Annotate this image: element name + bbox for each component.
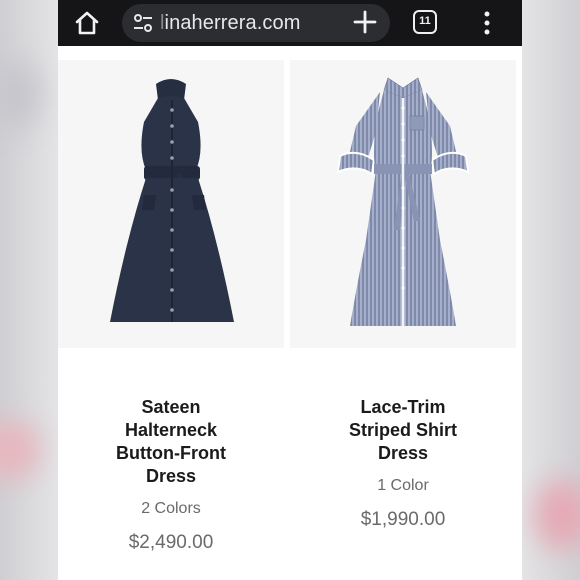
url-domain: inaherrera.com <box>164 12 301 34</box>
product-name[interactable]: Sateen Halterneck Button-Front Dress <box>103 396 239 488</box>
home-icon[interactable] <box>72 8 102 38</box>
navy-halter-dress-image <box>110 79 234 322</box>
product-color-count: 2 Colors <box>141 500 201 517</box>
backdrop-blob <box>0 60 40 130</box>
menu-icon[interactable] <box>482 10 492 36</box>
product-image[interactable] <box>290 60 516 348</box>
tab-switcher-icon[interactable]: 11 <box>413 10 437 34</box>
product-price: $1,990.00 <box>360 509 446 530</box>
url-text[interactable]: linaherrera.com <box>160 12 300 35</box>
product-image[interactable] <box>58 60 284 348</box>
site-settings-icon[interactable] <box>132 13 154 33</box>
striped-shirt-dress-image <box>336 77 470 326</box>
product-card[interactable]: Sateen Halterneck Button-Front Dress 2 C… <box>58 60 284 554</box>
backdrop-blob <box>0 420 40 480</box>
product-name[interactable]: Lace-Trim Striped Shirt Dress <box>335 396 471 465</box>
backdrop-blob <box>535 480 580 550</box>
product-price: $2,490.00 <box>128 532 214 553</box>
product-color-count: 1 Color <box>377 477 429 494</box>
browser-toolbar: linaherrera.com 11 <box>58 0 522 46</box>
product-card[interactable]: Lace-Trim Striped Shirt Dress 1 Color $1… <box>290 60 516 531</box>
product-grid-page: Sateen Halterneck Button-Front Dress 2 C… <box>58 46 522 580</box>
new-tab-icon[interactable] <box>350 7 380 37</box>
